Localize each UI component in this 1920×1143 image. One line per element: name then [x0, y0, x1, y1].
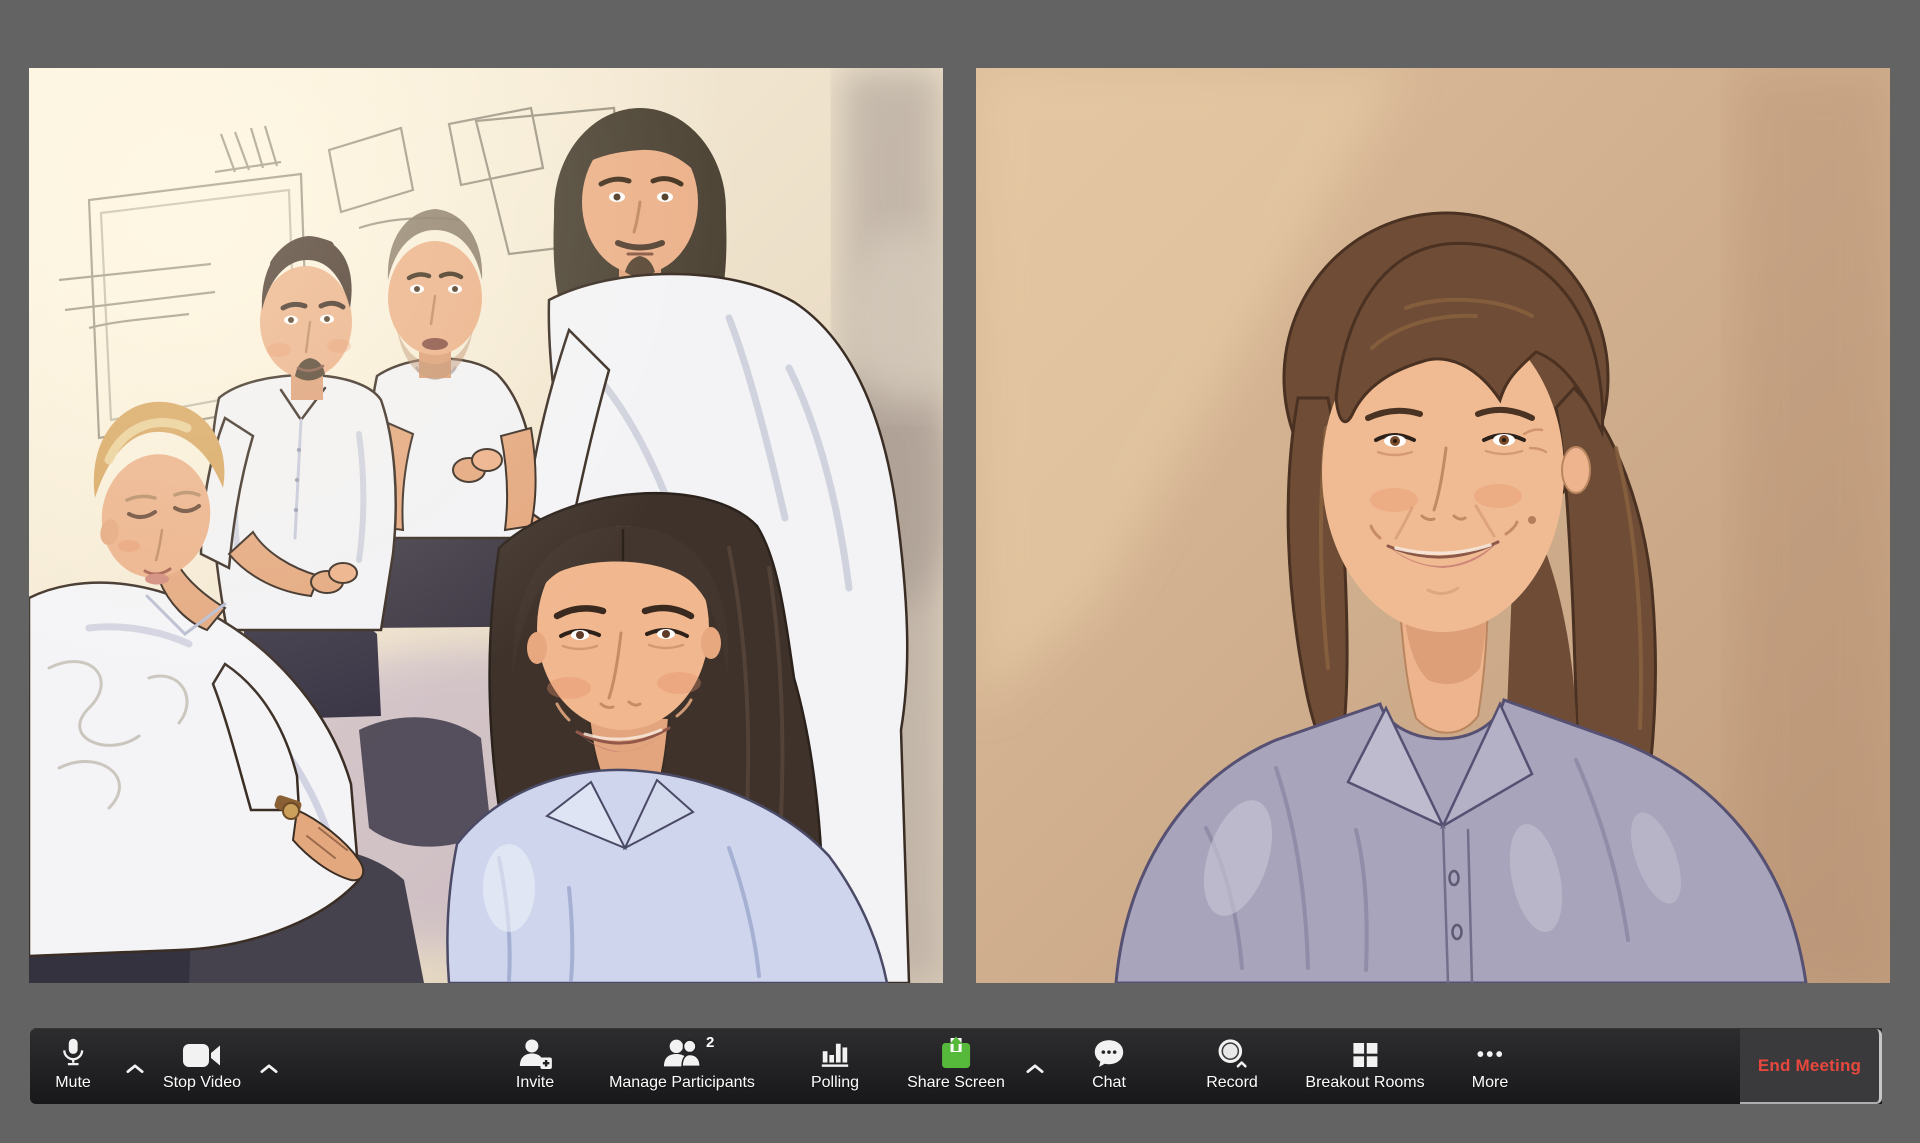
participants-icon [661, 1029, 703, 1071]
meeting-toolbar: Mute Stop Video Invite Manage Participan… [30, 1028, 1882, 1104]
ellipsis-icon [1473, 1029, 1507, 1071]
video-options-chevron-icon[interactable] [260, 1061, 278, 1079]
record-label: Record [1206, 1074, 1258, 1092]
stop-video-label: Stop Video [163, 1074, 241, 1092]
mute-options-chevron-icon[interactable] [126, 1061, 144, 1079]
share-screen-label: Share Screen [907, 1074, 1005, 1092]
stop-video-button[interactable]: Stop Video [163, 1029, 241, 1104]
mute-label: Mute [55, 1074, 91, 1092]
grid-icon [1349, 1029, 1381, 1071]
polling-button[interactable]: Polling [811, 1029, 859, 1104]
chat-label: Chat [1092, 1074, 1126, 1092]
group-illustration [29, 68, 943, 983]
video-camera-icon [182, 1029, 222, 1071]
person-add-icon [517, 1029, 553, 1071]
invite-button[interactable]: Invite [516, 1029, 554, 1104]
mute-button[interactable]: Mute [55, 1029, 91, 1104]
meeting-window: Mute Stop Video Invite Manage Participan… [0, 0, 1920, 1143]
video-tile-speaker [976, 68, 1890, 983]
speaker-illustration [976, 68, 1890, 983]
record-button[interactable]: Record [1206, 1029, 1258, 1104]
polling-label: Polling [811, 1074, 859, 1092]
manage-participants-button[interactable]: Manage Participants 2 [609, 1029, 755, 1104]
chat-button[interactable]: Chat [1092, 1029, 1126, 1104]
record-circle-icon [1215, 1029, 1249, 1071]
share-screen-button[interactable]: Share Screen [907, 1029, 1005, 1104]
breakout-rooms-label: Breakout Rooms [1305, 1074, 1424, 1092]
participants-count-badge: 2 [706, 1034, 714, 1051]
more-button[interactable]: More [1472, 1029, 1508, 1104]
breakout-rooms-button[interactable]: Breakout Rooms [1305, 1029, 1424, 1104]
share-options-chevron-icon[interactable] [1026, 1061, 1044, 1079]
end-meeting-label: End Meeting [1758, 1056, 1861, 1076]
invite-label: Invite [516, 1074, 554, 1092]
end-meeting-button[interactable]: End Meeting [1740, 1029, 1882, 1104]
more-label: More [1472, 1074, 1508, 1092]
manage-participants-label: Manage Participants [609, 1074, 755, 1092]
video-tile-group [29, 68, 943, 983]
bar-chart-icon [818, 1029, 852, 1071]
microphone-icon [57, 1029, 89, 1071]
chat-bubble-icon [1092, 1029, 1126, 1071]
share-screen-icon [938, 1029, 974, 1071]
